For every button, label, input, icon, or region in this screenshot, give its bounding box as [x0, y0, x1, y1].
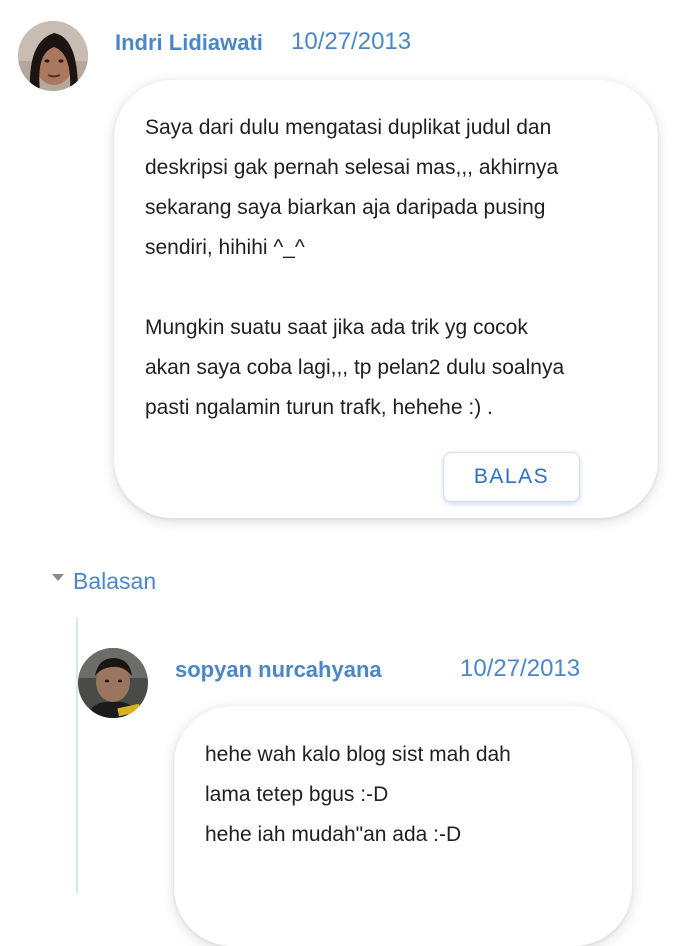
avatar[interactable] [78, 648, 148, 718]
reply-body: hehe wah kalo blog sist mah dah lama tet… [205, 743, 511, 846]
comment-author[interactable]: Indri Lidiawati [115, 30, 263, 56]
reply-button[interactable]: BALAS [443, 452, 580, 502]
comment-body: Saya dari dulu mengatasi duplikat judul … [145, 116, 565, 419]
avatar[interactable] [18, 21, 88, 91]
caret-down-icon [52, 574, 64, 581]
reply-author[interactable]: sopyan nurcahyana [175, 657, 382, 683]
comment-date[interactable]: 10/27/2013 [291, 28, 411, 56]
thread-line [76, 618, 78, 893]
reply-date[interactable]: 10/27/2013 [460, 655, 580, 683]
replies-toggle[interactable]: Balasan [52, 568, 156, 595]
replies-toggle-label: Balasan [73, 568, 157, 594]
